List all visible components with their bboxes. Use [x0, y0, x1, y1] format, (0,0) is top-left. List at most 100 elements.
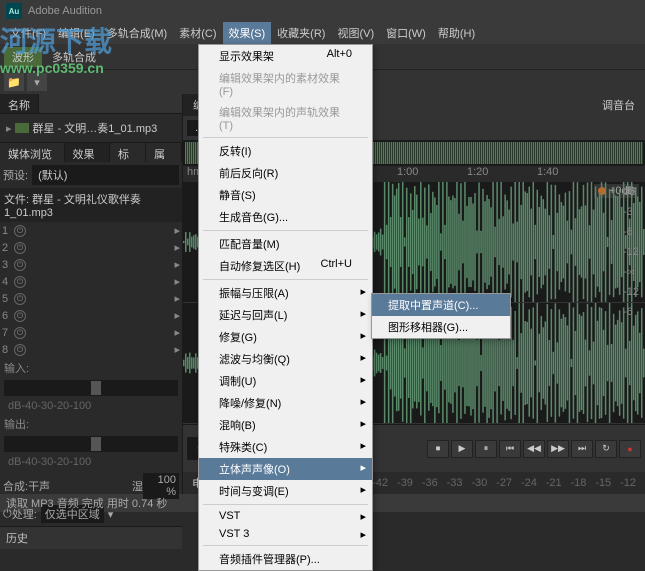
- stop-button[interactable]: ⏹: [427, 440, 449, 458]
- menu-item[interactable]: 音频插件管理器(P)...: [199, 548, 372, 570]
- mix-dry-label: 干声: [28, 478, 50, 494]
- ffwd-button[interactable]: ▶▶: [547, 440, 569, 458]
- input-fader[interactable]: [0, 378, 182, 398]
- power-icon[interactable]: ⏻: [14, 259, 26, 271]
- db-scale: dB-3-6-12-∞-12-6: [623, 186, 639, 326]
- fx-slot-arrow-icon[interactable]: ▸: [174, 292, 180, 305]
- submenu-item[interactable]: 提取中置声道(C)...: [372, 294, 510, 316]
- menu-item[interactable]: 特殊类(C)▸: [199, 436, 372, 458]
- menu-item[interactable]: 静音(S): [199, 184, 372, 206]
- menu-bar: 文件(F) 编辑(E) 多轨合成(M) 素材(C) 效果(S) 收藏夹(R) 视…: [0, 22, 645, 44]
- effects-dropdown-menu: 显示效果架Alt+0编辑效果架内的素材效果(F)编辑效果架内的声轨效果(T)反转…: [198, 44, 373, 571]
- pause-button[interactable]: ⏸: [475, 440, 497, 458]
- fx-rack-file-title: 文件: 群星 - 文明礼仪歌伴奏1_01.mp3: [0, 188, 182, 222]
- tab-properties[interactable]: 属性: [146, 143, 182, 162]
- skip-next-button[interactable]: ⏭: [571, 440, 593, 458]
- fx-slot[interactable]: 5⏻ ▸: [0, 290, 182, 307]
- multitrack-view-button[interactable]: 多轨合成: [46, 47, 102, 67]
- tab-markers[interactable]: 标记: [110, 143, 146, 162]
- fx-slot-number: 5: [2, 293, 14, 305]
- preset-label: 预设:: [3, 167, 28, 183]
- menu-item[interactable]: 生成音色(G)...: [199, 206, 372, 228]
- power-icon[interactable]: ⏻: [14, 276, 26, 288]
- mixer-tab[interactable]: 调音台: [592, 94, 645, 116]
- menu-favorites[interactable]: 收藏夹(R): [271, 22, 331, 44]
- power-icon[interactable]: ⏻: [14, 310, 26, 322]
- play-button[interactable]: ▶: [451, 440, 473, 458]
- menu-item[interactable]: 降噪/修复(N)▸: [199, 392, 372, 414]
- fx-slot-number: 3: [2, 259, 14, 271]
- menu-item[interactable]: 立体声声像(O)▸: [199, 458, 372, 480]
- fx-slot-arrow-icon[interactable]: ▸: [174, 241, 180, 254]
- loop-button[interactable]: ↻: [595, 440, 617, 458]
- fx-slot-arrow-icon[interactable]: ▸: [174, 258, 180, 271]
- preset-select[interactable]: (默认): [32, 165, 179, 185]
- menu-multitrack[interactable]: 多轨合成(M): [101, 22, 174, 44]
- menu-item: 编辑效果架内的声轨效果(T): [199, 101, 372, 135]
- rewind-button[interactable]: ◀◀: [523, 440, 545, 458]
- waveform-view-button[interactable]: 波形: [4, 47, 42, 67]
- submenu-item[interactable]: 图形移相器(G)...: [372, 316, 510, 338]
- menu-item[interactable]: 调制(U)▸: [199, 370, 372, 392]
- stereo-imagery-submenu: 提取中置声道(C)...图形移相器(G)...: [371, 293, 511, 339]
- files-tab-header[interactable]: 名称: [0, 94, 39, 113]
- tab-effects-rack[interactable]: 效果架: [65, 143, 111, 162]
- menu-item[interactable]: 混响(B)▸: [199, 414, 372, 436]
- open-file-icon[interactable]: 📁: [4, 73, 24, 91]
- fx-slot-number: 6: [2, 310, 14, 322]
- fx-slot[interactable]: 4⏻▸: [0, 273, 182, 290]
- menu-item[interactable]: VST 3▸: [199, 525, 372, 543]
- new-file-icon[interactable]: ▾: [27, 73, 47, 91]
- menu-item[interactable]: 自动修复选区(H)Ctrl+U: [199, 255, 372, 277]
- fx-slot-number: 1: [2, 225, 14, 237]
- menu-item[interactable]: 振幅与压限(A)▸: [199, 282, 372, 304]
- fx-slot[interactable]: 6⏻ ▸: [0, 307, 182, 324]
- history-panel-header[interactable]: 历史: [0, 526, 182, 549]
- menu-help[interactable]: 帮助(H): [432, 22, 481, 44]
- power-icon[interactable]: ⏻: [14, 225, 26, 237]
- file-list-item[interactable]: ▸ 群星 - 文明…奏1_01.mp3: [4, 118, 178, 138]
- menu-item[interactable]: 前后反向(R): [199, 162, 372, 184]
- mix-wet-label: 湿: [132, 478, 143, 494]
- menu-item[interactable]: VST▸: [199, 507, 372, 525]
- power-icon[interactable]: ⏻: [14, 242, 26, 254]
- record-button[interactable]: ●: [619, 440, 641, 458]
- fx-slot[interactable]: 7⏻▸: [0, 324, 182, 341]
- status-text: 读取 MP3 音频 完成 用时 0.74 秒: [6, 495, 167, 511]
- menu-view[interactable]: 视图(V): [331, 22, 380, 44]
- menu-item[interactable]: 匹配音量(M): [199, 233, 372, 255]
- power-icon[interactable]: ⏻: [14, 293, 26, 305]
- menu-clip[interactable]: 素材(C): [173, 22, 222, 44]
- fx-slot[interactable]: 1⏻ ▸: [0, 222, 182, 239]
- fx-slot-arrow-icon[interactable]: ▸: [174, 309, 180, 322]
- skip-prev-button[interactable]: ⏮: [499, 440, 521, 458]
- mix-label: 合成:: [3, 478, 28, 494]
- menu-item[interactable]: 延迟与回声(L)▸: [199, 304, 372, 326]
- waveform-file-icon: [15, 123, 29, 133]
- fx-slot[interactable]: 8⏻ ▸: [0, 341, 182, 358]
- file-name: 群星 - 文明…奏1_01.mp3: [33, 120, 158, 136]
- menu-edit[interactable]: 编辑(E): [52, 22, 101, 44]
- fx-slot-arrow-icon[interactable]: ▸: [174, 343, 180, 356]
- fx-slot-number: 8: [2, 344, 14, 356]
- left-panel: 名称 ▸ 群星 - 文明…奏1_01.mp3 媒体浏览器 效果架 标记 属性 预…: [0, 94, 183, 494]
- menu-item[interactable]: 反转(I): [199, 140, 372, 162]
- menu-window[interactable]: 窗口(W): [380, 22, 432, 44]
- app-title: Adobe Audition: [28, 5, 102, 17]
- fx-slot-arrow-icon[interactable]: ▸: [174, 326, 180, 339]
- fx-slot-arrow-icon[interactable]: ▸: [174, 224, 180, 237]
- menu-file[interactable]: 文件(F): [4, 22, 52, 44]
- title-bar: Au Adobe Audition: [0, 0, 645, 22]
- menu-item[interactable]: 时间与变调(E)▸: [199, 480, 372, 502]
- menu-item[interactable]: 修复(G)▸: [199, 326, 372, 348]
- fx-slot-arrow-icon[interactable]: ▸: [174, 275, 180, 288]
- menu-effects[interactable]: 效果(S): [223, 22, 272, 44]
- power-icon[interactable]: ⏻: [14, 344, 26, 356]
- menu-item[interactable]: 显示效果架Alt+0: [199, 45, 372, 67]
- output-fader[interactable]: [0, 434, 182, 454]
- fx-slot[interactable]: 2⏻▸: [0, 239, 182, 256]
- power-icon[interactable]: ⏻: [14, 327, 26, 339]
- tab-media-browser[interactable]: 媒体浏览器: [0, 143, 65, 162]
- fx-slot[interactable]: 3⏻ ▸: [0, 256, 182, 273]
- menu-item[interactable]: 滤波与均衡(Q)▸: [199, 348, 372, 370]
